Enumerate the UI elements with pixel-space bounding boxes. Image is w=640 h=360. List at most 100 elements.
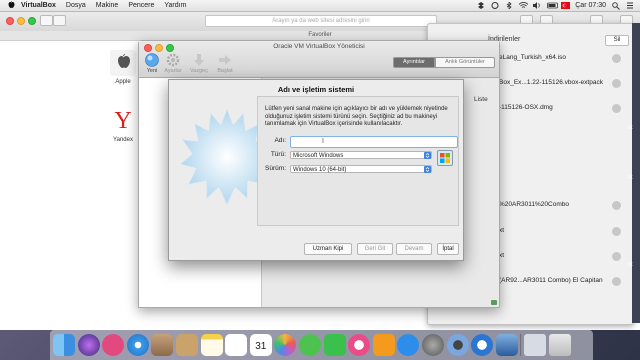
zoom-icon[interactable] — [28, 17, 36, 25]
notification-center-icon[interactable] — [626, 2, 634, 9]
new-vm-dialog: Adı ve işletim sistemi Lütfen yeni sanal… — [168, 79, 464, 261]
clock[interactable]: Çar 07:30 — [575, 2, 606, 9]
version-label: Sürüm: — [265, 165, 286, 172]
favorite-apple[interactable]: Apple — [106, 50, 140, 85]
details-segment[interactable]: Ayrıntılar — [393, 57, 435, 68]
toolbar-settings-button[interactable]: Ayarlar — [160, 53, 186, 74]
menu-bar: VirtualBox Dosya Makine Pencere Yardım Ç… — [0, 0, 640, 12]
notes-icon[interactable] — [200, 334, 223, 356]
name-label: Adı: — [274, 137, 286, 144]
yandex-logo-icon: Y — [110, 108, 136, 134]
toolbar-discard-button[interactable]: Vazgeç — [186, 53, 212, 74]
desktop-file-label[interactable]: tx — [628, 175, 633, 181]
os-type-select[interactable]: Microsoft Windows — [290, 151, 432, 159]
siri-icon[interactable] — [77, 334, 100, 356]
virtualbox-icon[interactable] — [495, 334, 518, 356]
toolbar-label: Ayarlar — [164, 68, 182, 74]
clear-downloads-button[interactable]: Sil — [605, 35, 629, 46]
status-bar-icon — [491, 300, 497, 305]
text-cursor-icon: I — [322, 138, 324, 145]
spotlight-icon[interactable] — [612, 2, 620, 10]
desktop-file-label[interactable]: tx — [628, 125, 633, 131]
reveal-in-finder-icon[interactable] — [612, 104, 621, 113]
address-bar[interactable]: Arayın ya da web sitesi adresini girin — [205, 15, 437, 27]
reveal-in-finder-icon[interactable] — [612, 201, 621, 210]
downloads-stack-icon[interactable] — [524, 334, 547, 356]
favorite-label: Apple — [115, 79, 131, 85]
ibooks-icon[interactable] — [372, 334, 395, 356]
next-button[interactable]: Devam — [396, 243, 432, 255]
minimize-icon[interactable] — [17, 17, 25, 25]
discard-arrow-icon — [192, 53, 206, 67]
dialog-title: Adı ve işletim sistemi — [277, 85, 355, 94]
dock-separator — [520, 334, 522, 356]
vbm-titlebar: Oracle VM VirtualBox Yöneticisi Yeni Aya… — [139, 41, 499, 78]
favorites-bar-label: Favoriler — [308, 32, 332, 38]
expert-mode-button[interactable]: Uzman Kipi — [304, 243, 352, 255]
system-preferences-icon[interactable] — [421, 334, 444, 356]
toolbar-label: Vazgeç — [190, 68, 208, 74]
status-area: Çar 07:30 — [477, 1, 640, 10]
yandex-browser-icon[interactable] — [471, 334, 494, 356]
trash-icon[interactable] — [548, 334, 571, 356]
apple-logo-icon — [110, 50, 136, 76]
start-arrow-icon — [218, 53, 232, 67]
favorite-label: Yandex — [113, 137, 133, 143]
apple-menu-icon[interactable] — [6, 1, 15, 10]
messages-icon[interactable] — [298, 334, 321, 356]
calendar-icon[interactable]: 31 — [249, 334, 272, 356]
finder-icon[interactable] — [53, 334, 75, 356]
reveal-in-finder-icon[interactable] — [612, 277, 621, 286]
dropbox-icon[interactable] — [477, 2, 485, 9]
launchpad-icon[interactable] — [102, 334, 125, 356]
reveal-in-finder-icon[interactable] — [612, 252, 621, 261]
photos-icon[interactable] — [274, 334, 297, 356]
menu-yardim[interactable]: Yardım — [164, 2, 186, 9]
reveal-in-finder-icon[interactable] — [612, 79, 621, 88]
reveal-in-finder-icon[interactable] — [612, 54, 621, 63]
facetime-icon[interactable] — [323, 334, 346, 356]
vm-name-input[interactable] — [290, 136, 458, 148]
os-version-select[interactable]: Windows 10 (64-bit) — [290, 165, 432, 173]
type-label: Türü: — [270, 151, 286, 158]
window-title: Oracle VM VirtualBox Yöneticisi — [273, 43, 365, 50]
toolbar-start-button[interactable]: Başlat — [212, 53, 238, 74]
windows-os-icon — [437, 150, 453, 166]
os-type-value: Microsoft Windows — [293, 153, 344, 159]
dialog-description: Lütfen yeni sanal makine için açıklayıcı… — [265, 106, 448, 127]
menu-dosya[interactable]: Dosya — [66, 2, 86, 9]
safari-icon[interactable] — [126, 334, 149, 356]
chevron-updown-icon — [424, 166, 431, 173]
reveal-in-finder-icon[interactable] — [612, 227, 621, 236]
forward-button[interactable] — [53, 15, 66, 26]
chevron-updown-icon — [424, 152, 431, 159]
snapshots-segment[interactable]: Anlık Görüntüler — [435, 57, 495, 68]
mail-icon[interactable] — [151, 334, 174, 356]
menu-pencere[interactable]: Pencere — [128, 2, 154, 9]
back-button[interactable]: Geri Git — [357, 243, 393, 255]
cancel-button[interactable]: İptal — [437, 243, 459, 255]
timemachine-icon[interactable] — [491, 2, 499, 9]
battery-icon[interactable] — [547, 2, 559, 9]
back-button[interactable] — [40, 15, 53, 26]
toolbar-label: Başlat — [217, 68, 233, 74]
itunes-icon[interactable] — [348, 334, 371, 356]
new-machine-icon — [145, 53, 159, 67]
desktop-file-label[interactable]: tx — [628, 262, 633, 268]
favorite-yandex[interactable]: Y Yandex — [106, 108, 140, 143]
wifi-icon[interactable] — [518, 2, 529, 9]
desktop-edge — [632, 23, 640, 323]
volume-icon[interactable] — [533, 2, 541, 9]
menu-makine[interactable]: Makine — [96, 2, 119, 9]
keyboard-flag-icon[interactable] — [561, 2, 571, 9]
app-store-icon[interactable] — [397, 334, 420, 356]
bluetooth-icon[interactable] — [505, 1, 513, 10]
menu-app-name[interactable]: VirtualBox — [21, 2, 56, 9]
settings-gear-icon — [166, 53, 180, 67]
quicktime-icon[interactable] — [446, 334, 469, 356]
reminders-icon[interactable] — [225, 334, 248, 356]
close-icon[interactable] — [6, 17, 14, 25]
contacts-icon[interactable] — [175, 334, 198, 356]
toolbar-label: Yeni — [146, 68, 158, 74]
address-placeholder: Arayın ya da web sitesi adresini girin — [272, 18, 370, 24]
